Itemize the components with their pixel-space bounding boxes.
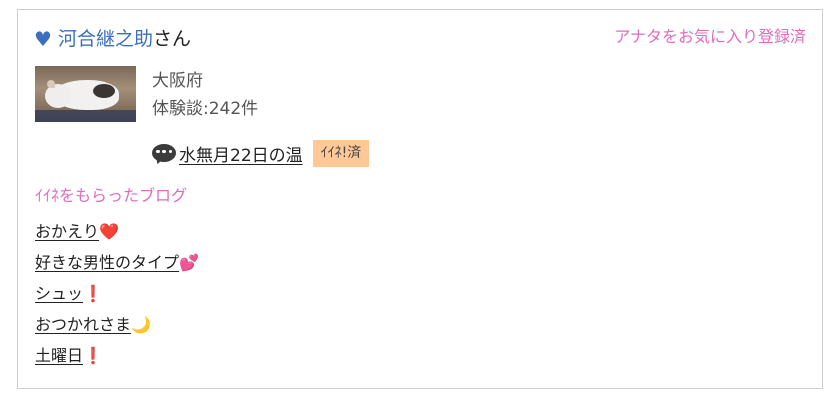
avatar-cat-spot [93,84,115,98]
user-card: ♥ 河合継之助 さん アナタをお気に入り登録済 大阪府 体験談:242件 水無月… [17,9,823,389]
profile-info: 大阪府 体験談:242件 [152,67,258,123]
user-header: ♥ 河合継之助 さん [34,26,191,52]
avatar-cat-ear [47,80,55,88]
latest-post: 水無月22日の温 ｲｲﾈ!済 [152,140,370,167]
heart-icon: ♥ [34,27,52,51]
list-item: シュッ❗ [35,278,199,309]
blog-link-label: 好きな男性のタイプ [35,253,180,272]
speech-bubble-icon [152,143,176,165]
review-count: 体験談:242件 [152,99,259,119]
list-item: おかえり❤️ [35,216,199,247]
exclamation-emoji-icon: ❗ [83,346,103,365]
blog-link-label: おつかれさま [35,315,132,334]
user-name-suffix: さん [152,28,191,50]
list-item: 好きな男性のタイプ💕 [35,247,199,278]
blog-link[interactable]: おかえり❤️ [35,222,119,241]
blog-link[interactable]: 好きな男性のタイプ💕 [35,253,199,272]
exclamation-emoji-icon: ❗ [83,284,103,303]
favorite-status: アナタをお気に入り登録済 [614,27,806,46]
blog-link[interactable]: シュッ❗ [35,284,103,303]
user-name-link[interactable]: 河合継之助 [58,26,153,52]
list-item: 土曜日❗ [35,340,199,371]
blog-link-label: 土曜日 [35,346,84,365]
avatar-blanket [35,110,136,122]
region-label: 大阪府 [152,71,203,91]
latest-post-link[interactable]: 水無月22日の温 [179,141,303,166]
blog-link-label: シュッ [35,284,84,303]
blog-link[interactable]: 土曜日❗ [35,346,103,365]
blog-link[interactable]: おつかれさま🌙 [35,315,151,334]
liked-blogs-list: おかえり❤️ 好きな男性のタイプ💕 シュッ❗ おつかれさま🌙 土曜日❗ [35,216,199,371]
two-hearts-emoji-icon: 💕 [179,253,199,272]
heart-emoji-icon: ❤️ [99,222,119,241]
list-item: おつかれさま🌙 [35,309,199,340]
crescent-moon-emoji-icon: 🌙 [131,315,151,334]
liked-blogs-title: ｲｲﾈをもらったブログ [35,186,188,205]
like-badge: ｲｲﾈ!済 [312,140,370,167]
blog-link-label: おかえり [35,222,100,241]
avatar[interactable] [35,66,136,122]
